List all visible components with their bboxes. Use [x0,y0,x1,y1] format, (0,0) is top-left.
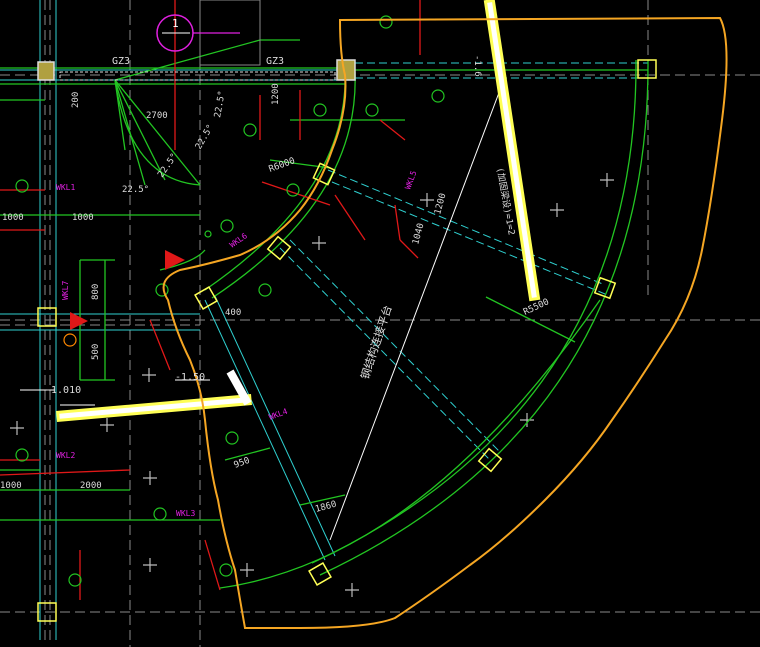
label-gz3-right: GZ3 [266,56,284,67]
label-dim-200: 200 [71,92,81,108]
label-dim-1000a: 1000 [2,213,24,223]
label-angle-1: 22.5° [122,185,149,195]
label-dim-400: 400 [225,308,241,318]
label-dim-1000c: 1000 [0,481,22,491]
label-level-mid: -1.50 [175,372,205,383]
label-dim-1000b: 1000 [72,213,94,223]
magenta-tag: WKL2 [56,451,75,460]
magenta-tag: WKL1 [56,183,75,192]
axis-1-label: 1 [172,17,179,30]
label-dim-2000: 2000 [80,481,102,491]
label-dim-1200: 1200 [271,83,281,105]
label-dim-2700: 2700 [146,111,168,121]
label-level-arc: -1.6 [472,55,482,77]
magenta-tag: WKL3 [176,509,195,518]
cad-drawing-canvas[interactable]: 1 GZ3 GZ3 22.5° 22.5° 22.5° 22.5° 200 27… [0,0,760,647]
label-level-left: -1.010 [45,385,81,396]
magenta-tag: WKL7 [61,281,70,300]
label-dim-800: 800 [91,284,101,300]
label-gz3-left: GZ3 [112,56,130,67]
label-dim-500: 500 [91,344,101,360]
